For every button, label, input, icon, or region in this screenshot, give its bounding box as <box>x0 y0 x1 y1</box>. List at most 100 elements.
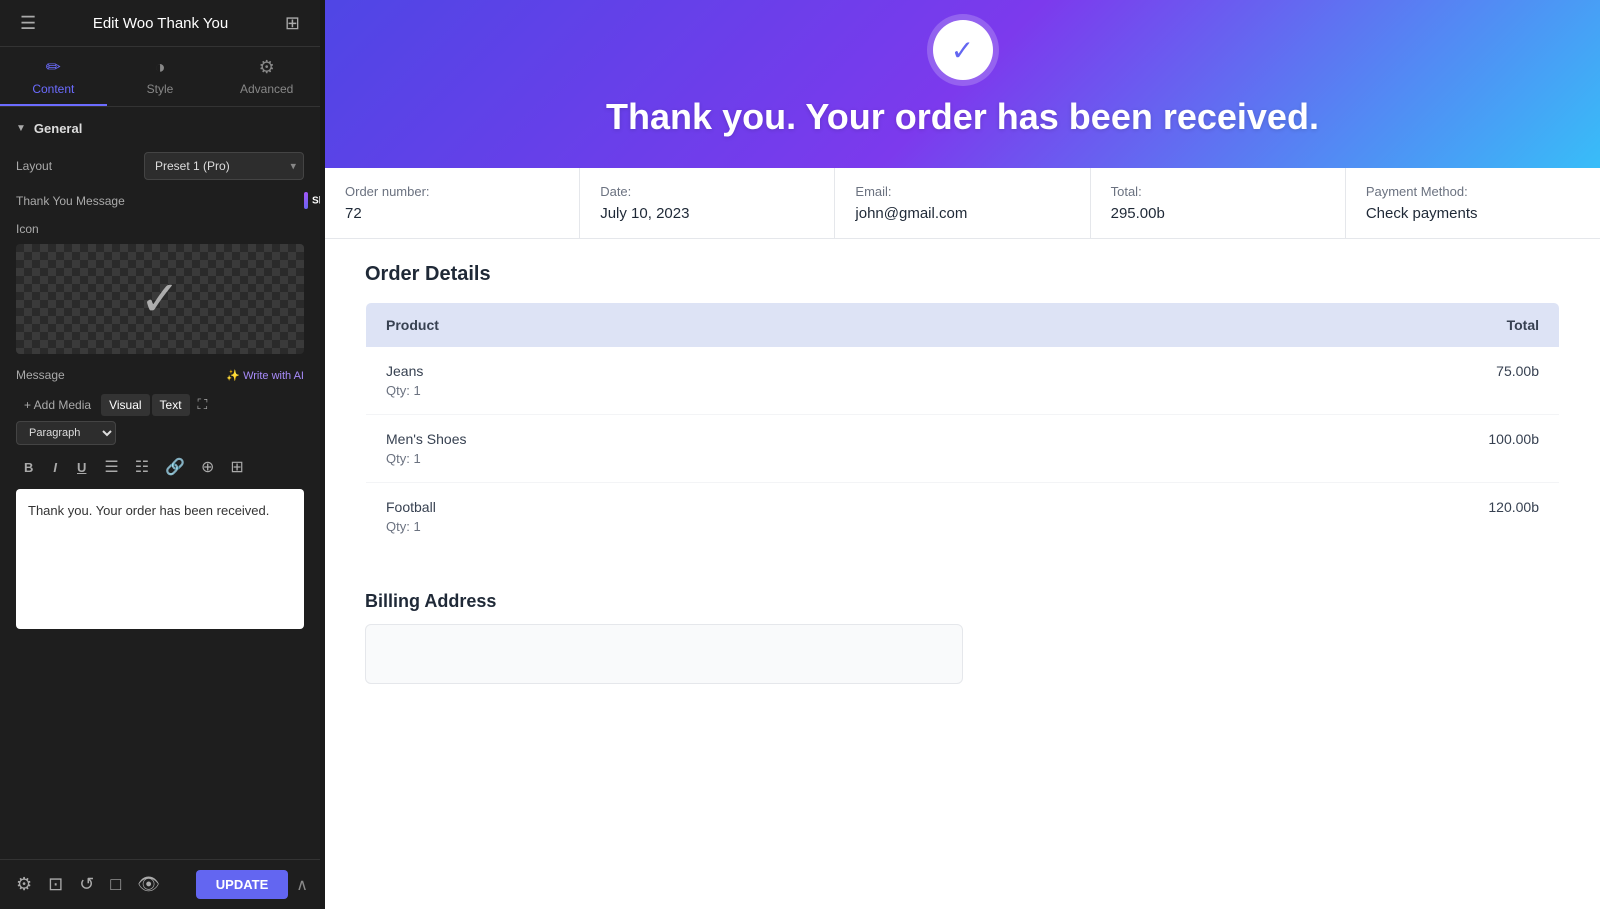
order-email-value: john@gmail.com <box>855 205 1069 222</box>
icon-section-label: Icon <box>0 216 320 240</box>
add-media-button[interactable]: + Add Media <box>16 394 99 416</box>
product-cell-2: Men's Shoes Qty: 1 <box>366 415 1047 483</box>
grid-button[interactable]: ⊞ <box>281 9 304 38</box>
order-email-label: Email: <box>855 184 1069 199</box>
product-name-1: Jeans <box>386 363 1027 379</box>
order-payment-label: Payment Method: <box>1366 184 1580 199</box>
order-date-label: Date: <box>600 184 814 199</box>
general-arrow-icon: ▼ <box>16 123 26 134</box>
order-total-value: 295.00b <box>1111 205 1325 222</box>
hamburger-button[interactable]: ☰ <box>16 9 40 38</box>
editor-fullscreen-icon[interactable]: ⛶ <box>192 392 214 417</box>
text-editor-area[interactable]: Thank you. Your order has been received. <box>16 489 304 629</box>
total-column-header: Total <box>1047 303 1560 348</box>
preview-panel: ✓ Thank you. Your order has been receive… <box>325 0 1600 909</box>
general-section-header[interactable]: ▼ General <box>0 107 320 146</box>
product-total-1: 75.00b <box>1047 347 1560 415</box>
panel-body: ▼ General Layout Preset 1 (Pro) Thank Yo… <box>0 107 320 909</box>
billing-address-box <box>365 624 963 684</box>
billing-section: Billing Address <box>325 575 1600 708</box>
order-number-cell: Order number: 72 <box>325 168 580 238</box>
table-header-row: Product Total <box>366 303 1560 348</box>
product-column-header: Product <box>366 303 1047 348</box>
table-row: Men's Shoes Qty: 1 100.00b <box>366 415 1560 483</box>
order-total-label: Total: <box>1111 184 1325 199</box>
text-tab-btn[interactable]: Text <box>152 394 190 416</box>
list-ordered-button[interactable]: ☷ <box>129 453 155 481</box>
special-chars-button[interactable]: ⊕ <box>195 453 220 481</box>
update-button[interactable]: UPDATE <box>196 870 288 899</box>
table-row: Football Qty: 1 120.00b <box>366 483 1560 551</box>
content-tab-icon: ✏ <box>46 57 61 78</box>
product-cell-1: Jeans Qty: 1 <box>366 347 1047 415</box>
tab-content-label: Content <box>32 82 74 96</box>
bottom-toolbar: ⚙ ⊡ ↺ □ 👁 UPDATE ∧ <box>0 859 320 909</box>
tab-advanced-label: Advanced <box>240 82 293 96</box>
product-total-3: 120.00b <box>1047 483 1560 551</box>
responsive-icon-btn[interactable]: □ <box>106 870 125 899</box>
order-info-row: Order number: 72 Date: July 10, 2023 Ema… <box>325 168 1600 239</box>
paragraph-select[interactable]: Paragraph <box>16 421 116 445</box>
icon-preview[interactable]: ✓ <box>16 244 304 354</box>
order-details-section: Order Details Product Total Jeans Qty: 1… <box>325 239 1600 575</box>
tabs-bar: ✏ Content ◑ Style ⚙ Advanced <box>0 47 320 107</box>
order-table: Product Total Jeans Qty: 1 75.00b Men's … <box>365 302 1560 551</box>
style-tab-icon: ◑ <box>155 57 166 78</box>
layout-label: Layout <box>16 159 136 173</box>
editor-content: Thank you. Your order has been received. <box>28 501 292 522</box>
order-number-value: 72 <box>345 205 559 222</box>
layers-icon-btn[interactable]: ⊡ <box>44 870 67 899</box>
order-email-cell: Email: john@gmail.com <box>835 168 1090 238</box>
order-total-cell: Total: 295.00b <box>1091 168 1346 238</box>
order-payment-value: Check payments <box>1366 205 1580 222</box>
message-label: Message <box>16 368 65 382</box>
checkmark-preview-icon: ✓ <box>140 271 180 327</box>
hero-title: Thank you. Your order has been received. <box>365 96 1560 138</box>
underline-button[interactable]: U <box>69 456 94 479</box>
layout-select-wrapper: Preset 1 (Pro) <box>144 152 304 180</box>
hero-checkmark-icon: ✓ <box>951 34 974 67</box>
product-total-2: 100.00b <box>1047 415 1560 483</box>
chevron-up-icon[interactable]: ∧ <box>296 875 308 895</box>
bold-button[interactable]: B <box>16 456 41 479</box>
italic-button[interactable]: I <box>45 456 65 479</box>
thank-you-message-row: Thank You Message Show <box>0 186 320 216</box>
order-date-value: July 10, 2023 <box>600 205 814 222</box>
thank-you-message-label: Thank You Message <box>16 194 125 208</box>
tab-content[interactable]: ✏ Content <box>0 47 107 106</box>
billing-title: Billing Address <box>365 591 1560 612</box>
order-details-title: Order Details <box>365 263 1560 286</box>
history-icon-btn[interactable]: ↺ <box>75 870 98 899</box>
table-row: Jeans Qty: 1 75.00b <box>366 347 1560 415</box>
product-name-3: Football <box>386 499 1027 515</box>
product-name-2: Men's Shoes <box>386 431 1027 447</box>
order-date-cell: Date: July 10, 2023 <box>580 168 835 238</box>
write-ai-button[interactable]: ✨ Write with AI <box>226 369 304 382</box>
product-qty-1: Qty: 1 <box>386 383 1027 398</box>
panel-title: Edit Woo Thank You <box>93 15 228 32</box>
product-cell-3: Football Qty: 1 <box>366 483 1047 551</box>
product-qty-3: Qty: 1 <box>386 519 1027 534</box>
editor-tabs: + Add Media Visual Text ⛶ <box>0 388 320 421</box>
tab-style[interactable]: ◑ Style <box>107 47 214 106</box>
tab-advanced[interactable]: ⚙ Advanced <box>213 47 320 106</box>
hero-banner: ✓ Thank you. Your order has been receive… <box>325 0 1600 168</box>
eye-icon-btn[interactable]: 👁 <box>133 870 164 899</box>
table-button[interactable]: ⊞ <box>224 453 249 481</box>
bottom-icons-group: ⚙ ⊡ ↺ □ 👁 <box>12 870 164 899</box>
settings-icon-btn[interactable]: ⚙ <box>12 870 36 899</box>
toggle-show-text: Show <box>312 196 320 207</box>
general-section-label: General <box>34 121 82 136</box>
panel-header: ☰ Edit Woo Thank You ⊞ <box>0 0 320 47</box>
hero-check-circle: ✓ <box>933 20 993 80</box>
visual-tab-btn[interactable]: Visual <box>101 394 149 416</box>
order-number-label: Order number: <box>345 184 559 199</box>
link-button[interactable]: 🔗 <box>159 453 191 481</box>
product-qty-2: Qty: 1 <box>386 451 1027 466</box>
tab-style-label: Style <box>147 82 174 96</box>
layout-select[interactable]: Preset 1 (Pro) <box>144 152 304 180</box>
order-payment-cell: Payment Method: Check payments <box>1346 168 1600 238</box>
formatting-toolbar: B I U ☰ ☷ 🔗 ⊕ ⊞ <box>0 449 320 485</box>
message-section-header: Message ✨ Write with AI <box>0 358 320 388</box>
list-unordered-button[interactable]: ☰ <box>98 453 124 481</box>
